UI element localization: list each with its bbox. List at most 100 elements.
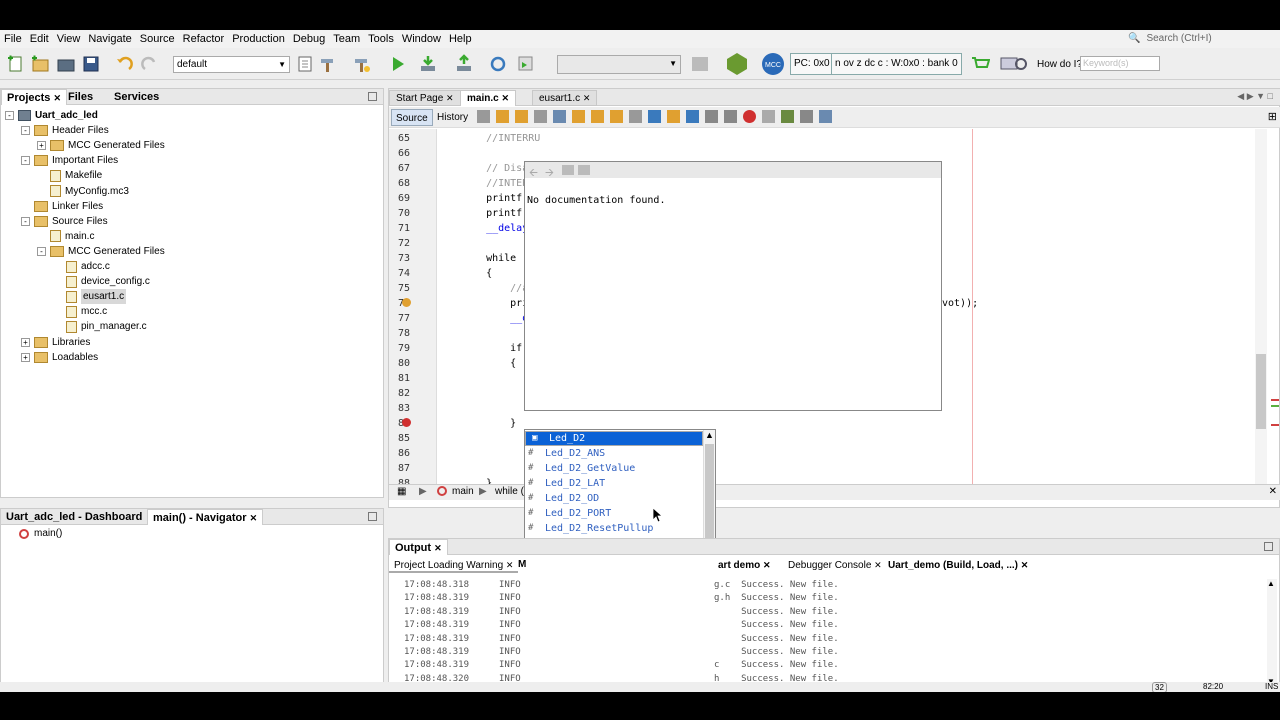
doc-open-browser-icon[interactable] [578, 165, 590, 175]
expand-toggle-icon[interactable]: + [37, 141, 46, 151]
expand-toggle-icon[interactable]: - [21, 216, 30, 226]
minimize-icon[interactable] [368, 92, 377, 101]
set-configuration-icon[interactable] [296, 54, 316, 74]
diff-icon[interactable] [819, 110, 832, 123]
history-button[interactable]: History [433, 109, 472, 126]
navigator-item-main[interactable]: main() [19, 526, 62, 541]
find-next-icon[interactable] [591, 110, 604, 123]
read-device-icon[interactable] [454, 54, 474, 74]
tree-item[interactable]: Linker Files [21, 199, 103, 214]
tree-item[interactable]: - Important Files [21, 153, 118, 168]
tab-services[interactable]: Services [109, 89, 164, 105]
menu-window[interactable]: Window [398, 33, 445, 45]
expand-toggle-icon[interactable]: - [21, 156, 30, 166]
menu-refactor[interactable]: Refactor [179, 33, 229, 45]
save-all-icon[interactable] [81, 54, 101, 74]
menu-debug[interactable]: Debug [289, 33, 329, 45]
lookup-icon[interactable] [1000, 54, 1028, 74]
find-icon[interactable] [553, 110, 566, 123]
tab-uart-demo-build[interactable]: Uart_demo (Build, Load, ...) ✕ [883, 557, 1033, 573]
source-button[interactable]: Source [391, 109, 433, 126]
tab-eusart1-c[interactable]: eusart1.c ✕ [532, 90, 598, 106]
expand-toggle-icon[interactable]: + [21, 337, 30, 347]
change-mark[interactable] [1271, 405, 1279, 407]
mcc-icon[interactable]: MCC [761, 52, 785, 76]
tab-start-page[interactable]: Start Page ✕ [389, 90, 461, 106]
menu-edit[interactable]: Edit [26, 33, 53, 45]
run-icon[interactable] [388, 54, 408, 74]
code-line[interactable]: //INTERRU [462, 133, 540, 144]
clean-build-icon[interactable] [352, 54, 372, 74]
shift-left-icon[interactable] [705, 110, 718, 123]
breadcrumb-root-icon[interactable]: ▦ [397, 485, 406, 499]
tab-project-loading-warning[interactable]: Project Loading Warning ✕ [389, 557, 519, 573]
redo-icon[interactable] [140, 54, 160, 74]
shift-right-icon[interactable] [724, 110, 737, 123]
menu-tools[interactable]: Tools [364, 33, 398, 45]
tab-files[interactable]: Files [63, 89, 98, 105]
configuration-select[interactable]: default ▼ [173, 56, 290, 73]
tab-main-c[interactable]: main.c ✕ [460, 90, 517, 106]
error-icon[interactable] [402, 418, 411, 427]
tab-navigator[interactable]: main() - Navigator ✕ [147, 509, 264, 525]
toggle-bookmark-icon[interactable] [686, 110, 699, 123]
tree-item[interactable]: device_config.c [53, 274, 150, 289]
expand-toggle-icon[interactable]: - [21, 126, 30, 136]
tree-item[interactable]: - Source Files [21, 214, 108, 229]
next-bookmark-icon[interactable] [667, 110, 680, 123]
debug-session-select[interactable]: ▼ [557, 55, 681, 74]
completion-item[interactable]: # Led_D2_PORT [525, 506, 703, 521]
debug-project-icon[interactable] [516, 54, 536, 74]
search-box[interactable]: 🔍 Search (Ctrl+I) [1128, 30, 1280, 46]
cart-icon[interactable] [970, 54, 991, 74]
doc-forward-icon[interactable]: 🡪 [545, 164, 554, 183]
tree-item[interactable]: + Loadables [21, 350, 98, 365]
toggle-icon[interactable] [534, 110, 547, 123]
back-icon[interactable] [477, 110, 490, 123]
expand-toggle-icon[interactable]: - [37, 246, 46, 256]
program-device-icon[interactable] [418, 54, 438, 74]
menu-source[interactable]: Source [136, 33, 179, 45]
new-project-icon[interactable] [30, 54, 50, 74]
output-scrollbar[interactable]: ▲ ▼ [1267, 579, 1277, 689]
comment-icon[interactable] [781, 110, 794, 123]
close-icon[interactable]: ✕ [1269, 485, 1277, 499]
uncomment-icon[interactable] [800, 110, 813, 123]
menu-help[interactable]: Help [445, 33, 476, 45]
tree-item[interactable]: + Libraries [21, 335, 90, 350]
doc-back-icon[interactable]: 🡨 [529, 164, 538, 183]
open-project-icon[interactable] [56, 54, 76, 74]
tree-item[interactable]: MyConfig.mc3 [37, 184, 129, 199]
breadcrumb-main[interactable]: main [452, 485, 474, 499]
menu-view[interactable]: View [53, 33, 85, 45]
tree-item[interactable]: main.c [37, 229, 94, 244]
tree-item[interactable]: + MCC Generated Files [37, 138, 165, 153]
code-line[interactable]: { [462, 358, 516, 369]
tree-item[interactable]: - Uart_adc_led [5, 108, 98, 123]
tree-item[interactable]: Makefile [37, 168, 102, 183]
doc-goto-source-icon[interactable] [562, 165, 574, 175]
completion-item[interactable]: # Led_D2_OD [525, 491, 703, 506]
undo-icon[interactable] [114, 54, 134, 74]
hold-reset-icon[interactable] [488, 54, 508, 74]
tab-output[interactable]: Output ✕ [389, 539, 448, 555]
tree-item[interactable]: eusart1.c [53, 289, 127, 305]
tree-item[interactable]: - MCC Generated Files [37, 244, 165, 259]
completion-item[interactable]: # Led_D2_ANS [525, 446, 703, 461]
build-hammer-icon[interactable] [318, 54, 338, 74]
completion-item[interactable]: # Led_D2_GetValue [525, 461, 703, 476]
tab-m[interactable]: M [513, 557, 531, 573]
tree-item[interactable]: pin_manager.c [53, 319, 147, 334]
expand-toggle-icon[interactable]: - [5, 111, 14, 120]
scroll-up-icon[interactable]: ▲ [705, 430, 714, 440]
keywords-input[interactable]: Keyword(s) [1080, 56, 1160, 71]
menu-navigate[interactable]: Navigate [84, 33, 135, 45]
editor-scroll-thumb[interactable] [1256, 354, 1266, 429]
tab-uart-demo[interactable]: art demo ✕ [713, 557, 776, 573]
code-line[interactable]: } [462, 418, 516, 429]
tree-item[interactable]: - Header Files [21, 123, 109, 138]
code-line[interactable]: { [462, 268, 492, 279]
menu-production[interactable]: Production [228, 33, 289, 45]
tab-debugger-console[interactable]: Debugger Console ✕ [783, 557, 887, 573]
prev-bookmark-icon[interactable] [648, 110, 661, 123]
